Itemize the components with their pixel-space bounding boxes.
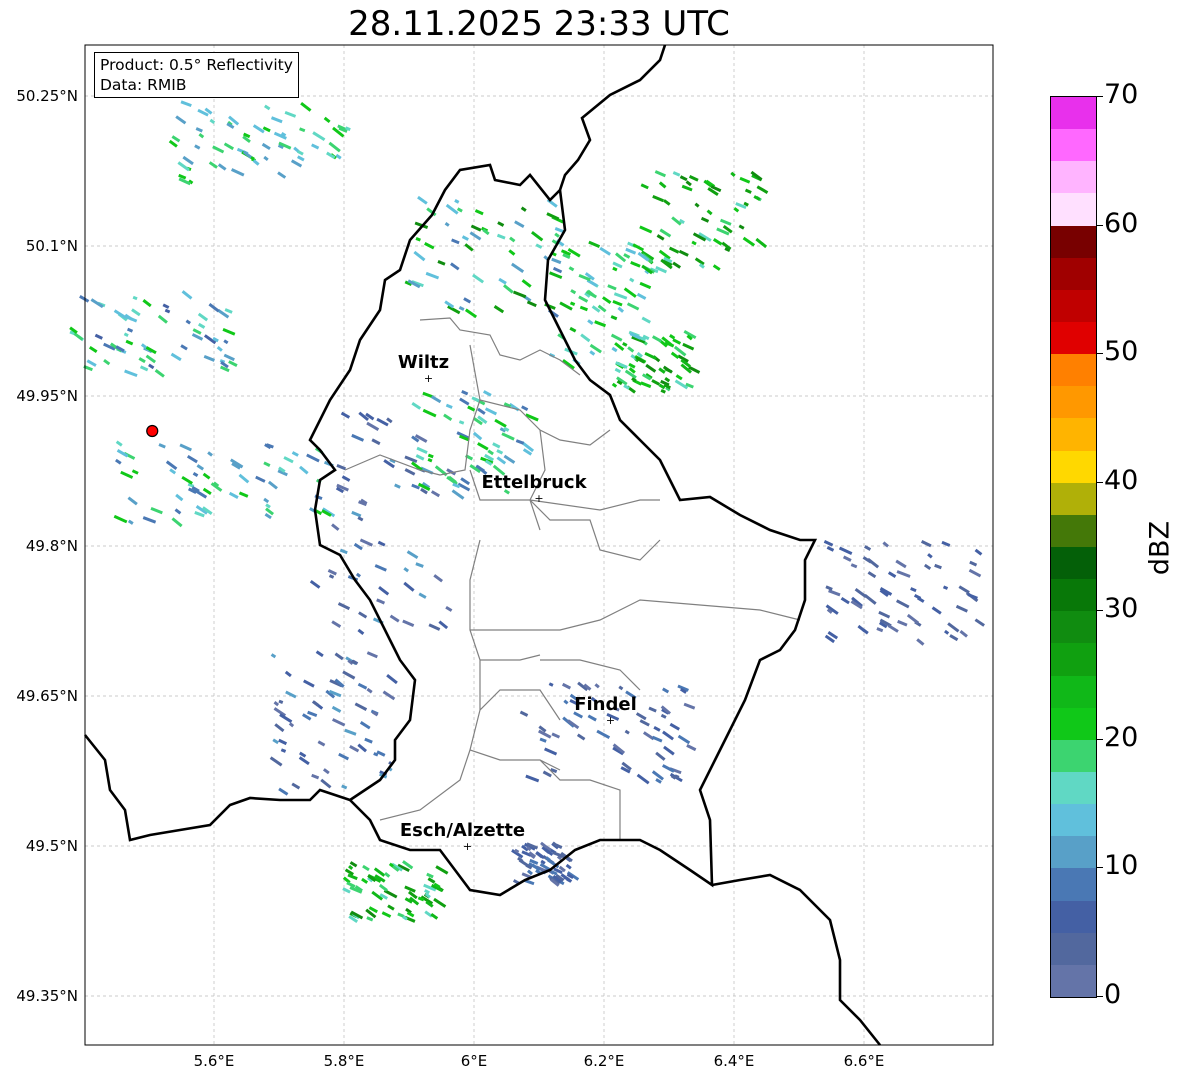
colorbar-bin — [1051, 707, 1096, 740]
colorbar-tick-mark — [1096, 996, 1103, 997]
colorbar-bin — [1051, 772, 1096, 805]
colorbar-bin — [1051, 836, 1096, 869]
city-marker-icon: + — [424, 372, 433, 385]
colorbar-bin — [1051, 225, 1096, 258]
colorbar-bin — [1051, 868, 1096, 901]
colorbar-tick-mark — [1096, 867, 1103, 869]
colorbar-bin — [1051, 450, 1096, 483]
city-label: Esch/Alzette — [400, 820, 525, 841]
city-label: Ettelbruck — [481, 472, 587, 493]
product-legend: Product: 0.5° Reflectivity Data: RMIB — [94, 52, 299, 98]
lon-label: 6.4°E — [713, 1052, 755, 1070]
lon-label: 5.6°E — [193, 1052, 235, 1070]
colorbar-bin — [1051, 611, 1096, 644]
city-label: Findel — [574, 694, 637, 715]
city-label: Wiltz — [398, 352, 449, 373]
lat-label: 49.95°N — [16, 387, 78, 405]
lon-label: 5.8°E — [323, 1052, 365, 1070]
colorbar-tick-mark — [1096, 738, 1103, 740]
colorbar-bin — [1051, 129, 1096, 162]
colorbar-bin — [1051, 322, 1096, 355]
colorbar-bin — [1051, 675, 1096, 708]
colorbar-bin — [1051, 643, 1096, 676]
colorbar-tick-label: 30 — [1104, 593, 1139, 625]
lon-label: 6°E — [460, 1052, 488, 1070]
colorbar-tick-label: 10 — [1104, 850, 1139, 882]
radar-map: +Wiltz+Ettelbruck+Findel+Esch/Alzette — [69, 44, 994, 1046]
colorbar-tick-mark — [1096, 353, 1103, 355]
colorbar-bin — [1051, 547, 1096, 580]
city-marker-icon: + — [463, 840, 472, 853]
colorbar-bin — [1051, 804, 1096, 837]
echo-cell — [73, 332, 84, 341]
lon-label: 6.2°E — [583, 1052, 625, 1070]
lat-label: 50.1°N — [25, 237, 78, 255]
colorbar-bin — [1051, 161, 1096, 194]
colorbar-bin — [1051, 97, 1096, 130]
city-marker-icon: + — [534, 492, 543, 505]
colorbar-bin — [1051, 579, 1096, 612]
lon-label: 6.6°E — [843, 1052, 885, 1070]
lat-label: 49.65°N — [16, 687, 78, 705]
colorbar-bin — [1051, 739, 1096, 773]
colorbar-tick-label: 70 — [1104, 79, 1139, 110]
colorbar-bin — [1051, 418, 1096, 451]
colorbar-bin — [1051, 964, 1096, 997]
colorbar-tick-mark — [1096, 481, 1103, 483]
data-source-text: Data: RMIB — [100, 76, 187, 94]
colorbar-tick-label: 0 — [1104, 979, 1122, 1010]
colorbar-tick-mark — [1096, 610, 1103, 612]
map-background — [85, 45, 993, 1045]
radar-figure: 28.11.2025 23:33 UTC + Wiltz + Ettelbruck + F… — [0, 0, 1184, 1081]
lat-label: 49.35°N — [16, 987, 78, 1005]
colorbar-tick-mark — [1096, 224, 1103, 226]
lat-label: 50.25°N — [16, 87, 78, 105]
colorbar-bin — [1051, 386, 1096, 419]
colorbar-bin — [1051, 514, 1096, 548]
colorbar-bin — [1051, 193, 1096, 226]
colorbar-tick-label: 60 — [1104, 207, 1139, 239]
colorbar-bin — [1051, 257, 1096, 290]
colorbar-bin — [1051, 482, 1096, 515]
colorbar — [1050, 96, 1097, 998]
colorbar-bin — [1051, 289, 1096, 323]
lat-label: 49.8°N — [25, 537, 78, 555]
product-text: Product: 0.5° Reflectivity — [100, 56, 293, 74]
city-marker-icon: + — [606, 714, 615, 727]
colorbar-tick-label: 20 — [1104, 721, 1139, 753]
colorbar-bin — [1051, 354, 1096, 387]
colorbar-bin — [1051, 932, 1096, 965]
radar-site-marker — [146, 424, 159, 438]
colorbar-tick-mark — [1096, 96, 1103, 97]
colorbar-tick-label: 40 — [1104, 464, 1139, 496]
lat-label: 49.5°N — [25, 837, 78, 855]
colorbar-tick-label: 50 — [1104, 336, 1139, 368]
colorbar-label: dBZ — [1144, 520, 1176, 576]
colorbar-bin — [1051, 900, 1096, 933]
